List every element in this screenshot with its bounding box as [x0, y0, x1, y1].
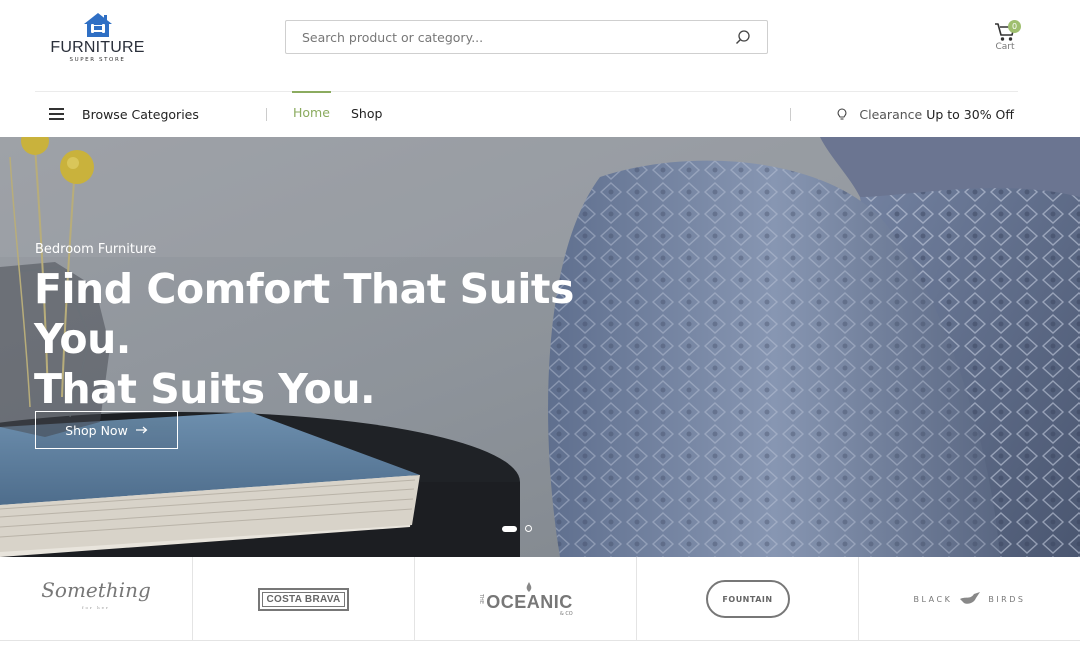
hero-slider: Bedroom Furniture Find Comfort That Suit…	[0, 137, 1080, 557]
nav-link-home[interactable]: Home	[292, 91, 331, 135]
brand-logo-fountain[interactable]: FOUNTAIN	[637, 557, 859, 641]
nav-divider	[790, 108, 791, 121]
hero-title-line-2: That Suits You.	[34, 365, 376, 413]
clearance-promo[interactable]: Clearance Up to 30% Off	[837, 92, 1014, 136]
hero-title-line-1: Find Comfort That Suits You.	[34, 265, 574, 363]
brand-logo-something[interactable]: Something for her	[0, 557, 193, 641]
brand-logo-costa-brava[interactable]: COSTA BRAVA	[193, 557, 415, 641]
hero-kicker: Bedroom Furniture	[35, 242, 157, 257]
browse-categories-button[interactable]: Browse Categories	[49, 92, 199, 136]
search-icon[interactable]	[735, 29, 751, 45]
cart-count-badge: 0	[1008, 20, 1021, 33]
logo-subtitle: SUPER STORE	[69, 57, 126, 63]
hero-title: Find Comfort That Suits You. That Suits …	[34, 264, 674, 414]
shop-now-button[interactable]: Shop Now	[35, 411, 178, 449]
arrow-right-icon	[135, 426, 148, 434]
nav-divider	[266, 108, 267, 121]
brand-black-birds-left: BLACK	[913, 594, 953, 604]
shop-now-label: Shop Now	[65, 422, 128, 438]
search-box	[285, 20, 768, 54]
lightbulb-icon	[837, 107, 847, 120]
slide-dot[interactable]	[525, 525, 532, 532]
main-nav: Browse Categories Home Shop Clearance Up…	[35, 91, 1018, 136]
brand-oceanic-name: OCEANIC	[486, 591, 573, 612]
logo[interactable]: FURNITURE SUPER STORE	[50, 10, 145, 63]
slide-dot-active[interactable]	[502, 525, 517, 532]
cart-label: Cart	[995, 42, 1015, 52]
brand-oceanic-prefix: THE	[478, 594, 485, 604]
clearance-discount: Up to 30% Off	[926, 106, 1014, 122]
browse-categories-label: Browse Categories	[82, 106, 199, 122]
nav-link-shop[interactable]: Shop	[351, 92, 382, 136]
logo-title: FURNITURE	[50, 39, 145, 56]
brand-fountain-name: FOUNTAIN	[705, 580, 790, 618]
clearance-label: Clearance	[859, 106, 923, 122]
search-input[interactable]	[286, 21, 726, 53]
brand-costa-brava-name: COSTA BRAVA	[258, 587, 349, 611]
bird-icon	[960, 592, 981, 604]
house-logo-icon	[83, 13, 112, 37]
slider-pagination	[502, 525, 547, 532]
site-header: FURNITURE SUPER STORE 0 Cart	[0, 0, 1080, 92]
cart-button[interactable]: 0 Cart	[989, 20, 1021, 52]
hamburger-menu-icon	[49, 108, 65, 120]
brand-logo-oceanic[interactable]: THE OCEANIC & CO	[415, 557, 637, 641]
brand-black-birds-right: BIRDS	[988, 594, 1026, 604]
brand-logo-black-birds[interactable]: BLACK BIRDS	[859, 557, 1080, 641]
brand-logos-strip: Something for her COSTA BRAVA THE OCEANI…	[0, 557, 1080, 641]
water-drop-icon	[527, 581, 532, 592]
